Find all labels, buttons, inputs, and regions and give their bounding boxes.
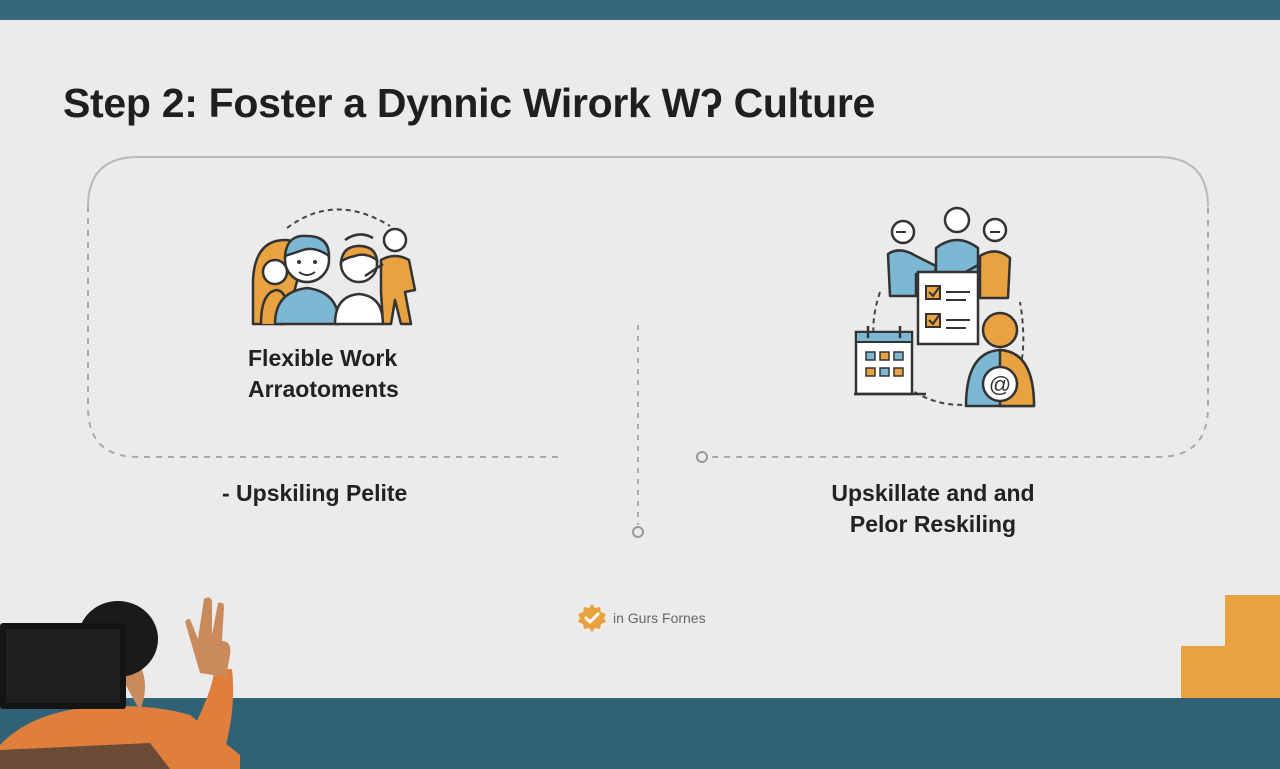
orange-block bbox=[1181, 646, 1225, 698]
svg-text:@: @ bbox=[989, 372, 1011, 397]
label-line: Pelor Reskiling bbox=[849, 511, 1017, 537]
check-badge-icon bbox=[578, 604, 606, 632]
upskilling-sub-label: - Upskiling Pelite bbox=[222, 480, 408, 506]
team-checklist-calendar-icon: @ bbox=[854, 206, 1036, 408]
label-line: Flexible Work bbox=[248, 345, 398, 371]
team-people-icon bbox=[251, 208, 417, 326]
footer-brand-text: in Gurs Fornes bbox=[613, 610, 706, 626]
footer-brand: in Gurs Fornes bbox=[577, 603, 706, 633]
presenter-figure bbox=[0, 597, 240, 769]
label-line: Arraotoments bbox=[248, 376, 399, 402]
orange-block bbox=[1225, 595, 1280, 698]
flexible-work-label: Flexible Work Arraotoments bbox=[248, 343, 399, 405]
label-line: Upskillate and and bbox=[831, 480, 1035, 506]
upskilling-reskilling-label: Upskillate and and Pelor Reskiling bbox=[817, 478, 1049, 540]
